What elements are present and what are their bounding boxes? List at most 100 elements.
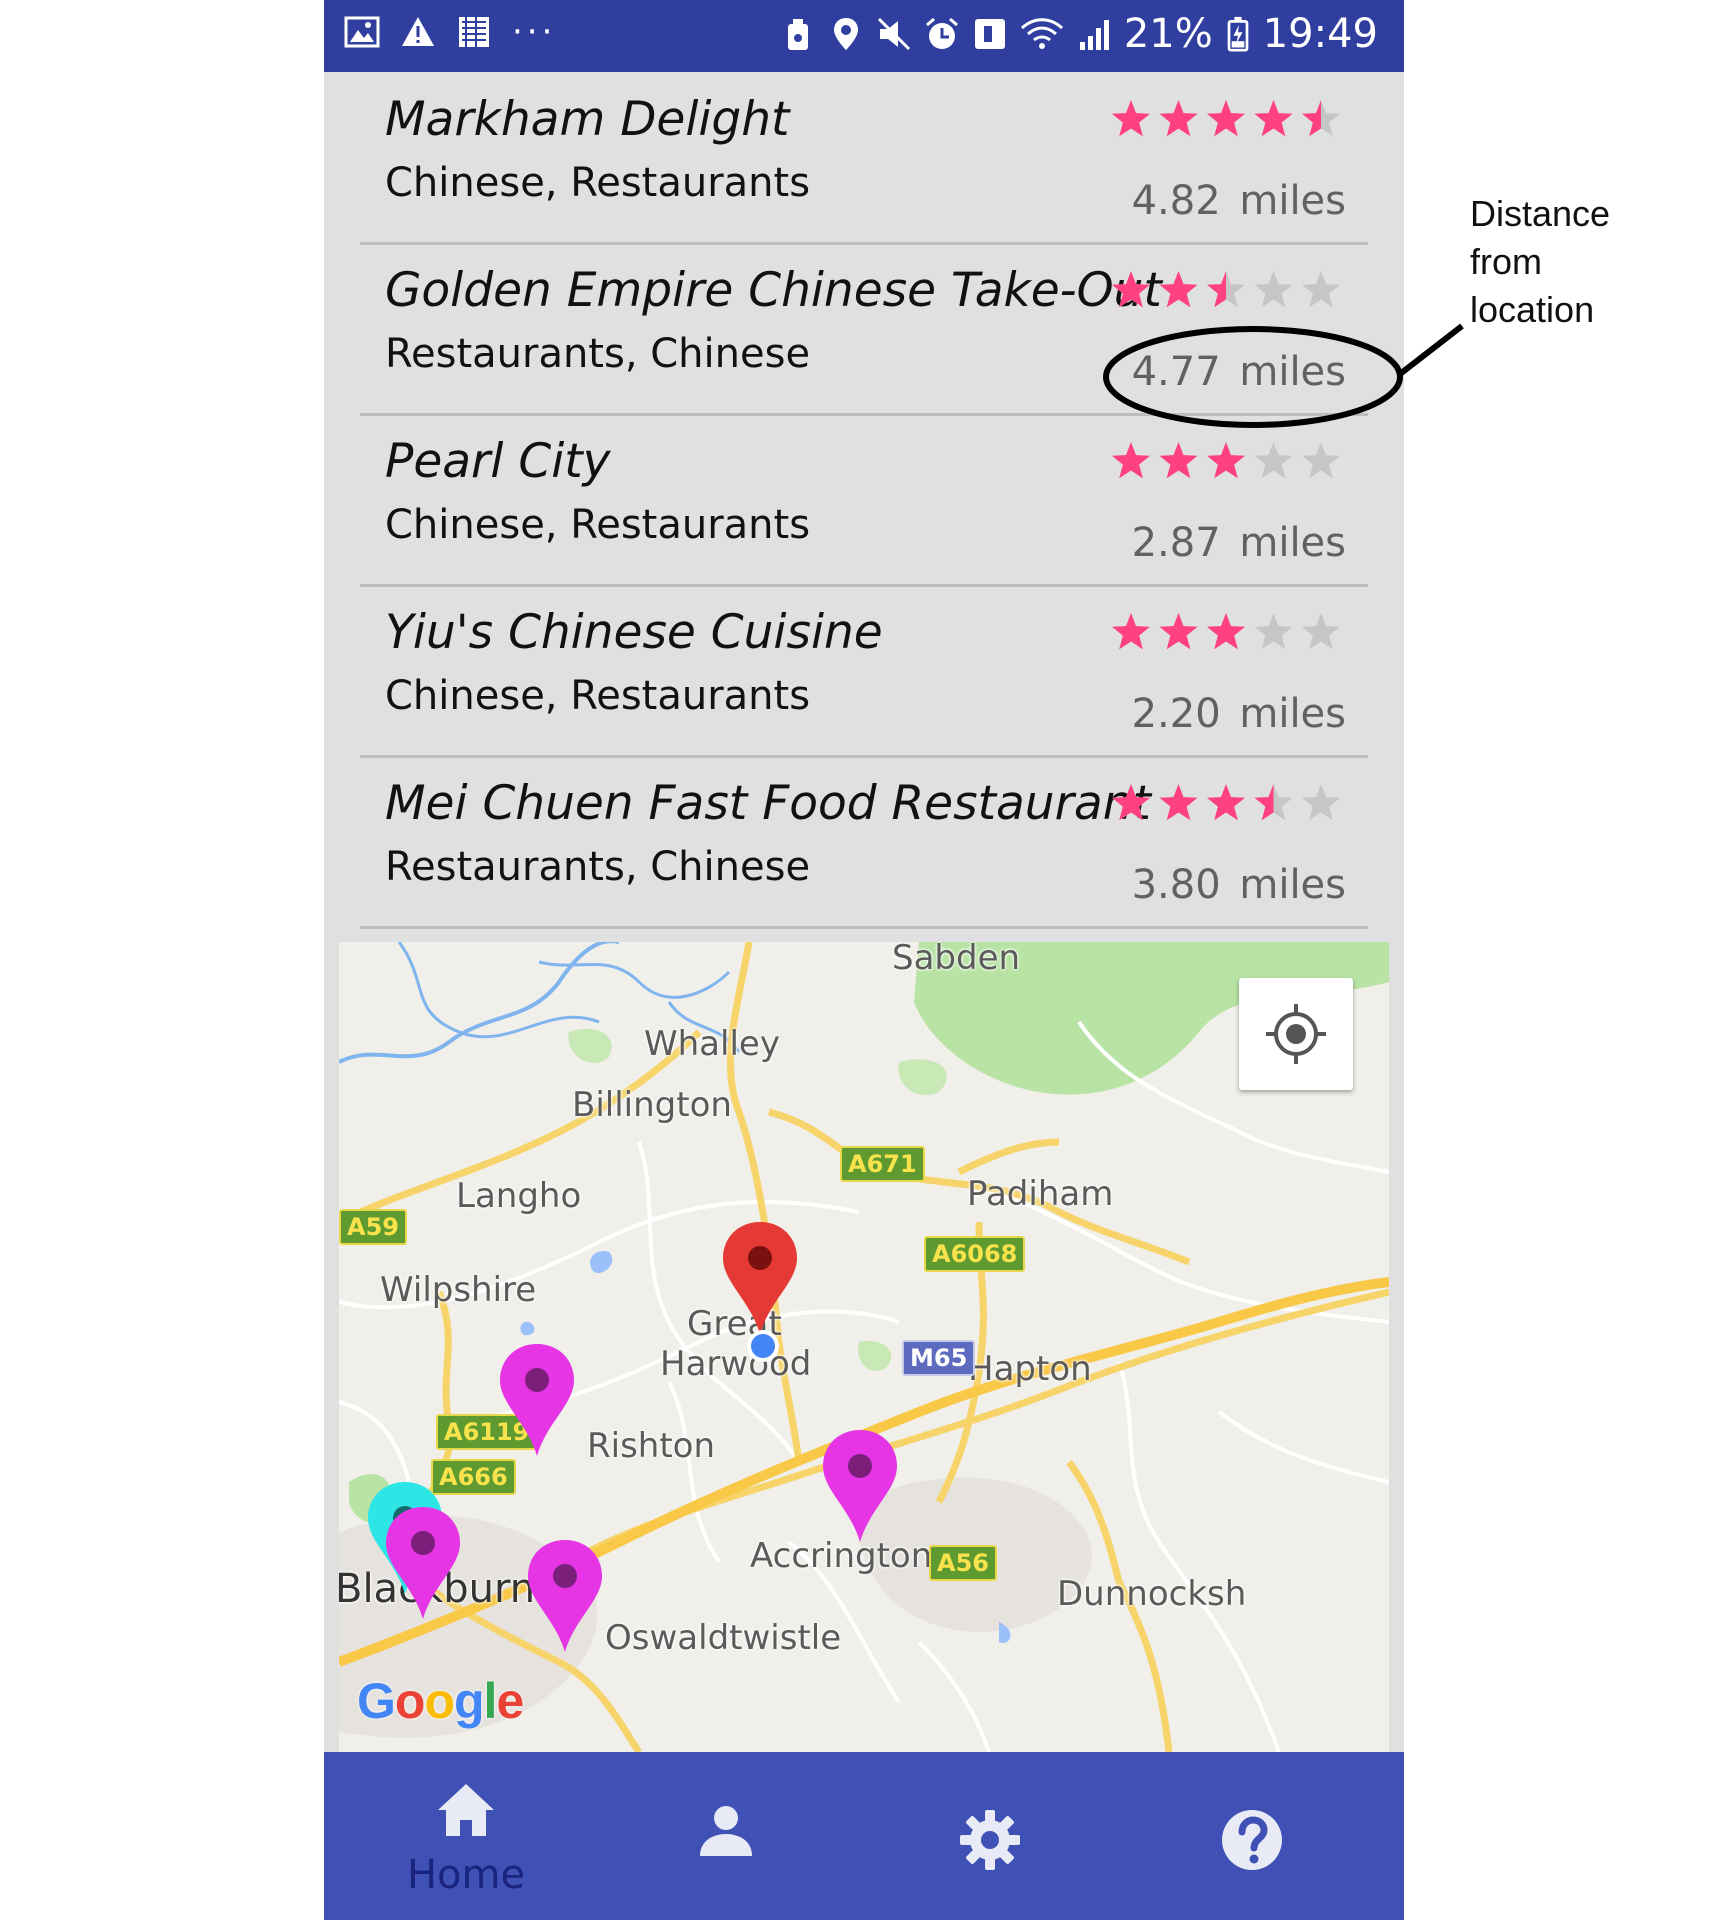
restaurant-row[interactable]: Yiu's Chinese Cuisine Chinese, Restauran… [360,585,1368,758]
rating-stars [1112,613,1340,650]
google-logo-letter: o [394,1673,426,1729]
distance-unit: miles [1239,178,1346,224]
bottom-navigation: Home [324,1752,1404,1920]
map-place-label: Sabden [892,942,1021,978]
map-place-label: Harwood [660,1344,812,1384]
google-logo: Google [357,1672,524,1730]
nav-help[interactable] [1150,1752,1350,1920]
restaurant-name: Golden Empire Chinese Take-Out [385,263,1162,318]
status-bar-right: 21% 19:49 [780,10,1378,58]
star-filled-icon [1159,271,1198,308]
restaurant-pin[interactable] [820,1428,900,1544]
annotation-line: location [1470,289,1595,330]
restaurant-distance: 4.77 miles [1132,349,1346,395]
home-icon [438,1784,494,1836]
restaurant-distance: 4.82 miles [1132,178,1346,224]
current-location-pin[interactable] [720,1220,800,1336]
signal-icon [1079,20,1109,50]
restaurant-categories: Chinese, Restaurants [385,160,811,206]
google-logo-letter: l [483,1673,498,1729]
restaurant-row[interactable]: Pearl City Chinese, Restaurants 2.87 mil… [360,414,1368,587]
phone-screen: ··· 21% 19:49 Markham Delight Chinese, R… [324,0,1404,1920]
restaurant-row[interactable]: Golden Empire Chinese Take-Out Restauran… [360,243,1368,416]
star-filled-icon [1254,100,1293,137]
distance-unit: miles [1239,349,1346,395]
news-icon [459,17,489,47]
battery-icon [1227,16,1249,52]
distance-value: 3.80 [1131,862,1221,908]
restaurant-pin[interactable] [383,1505,463,1621]
nav-profile[interactable] [626,1752,826,1920]
restaurant-distance: 2.20 miles [1132,691,1346,737]
star-empty-icon [1254,442,1293,479]
status-bar: ··· 21% 19:49 [324,0,1404,72]
map-place-label: Dunnocksh [1057,1574,1247,1614]
map-place-label: Oswaldtwistle [605,1618,842,1658]
wifi-icon [1020,18,1063,49]
road-badge: A56 [929,1545,997,1581]
person-icon [700,1806,752,1856]
distance-value: 4.82 [1131,178,1221,224]
restaurant-name: Yiu's Chinese Cuisine [385,605,883,660]
distance-value: 2.20 [1131,691,1221,737]
restaurant-distance: 3.80 miles [1132,862,1346,908]
status-time: 19:49 [1262,11,1378,57]
distance-unit: miles [1239,520,1346,566]
battery-percent: 21% [1123,11,1213,57]
map-place-label: Billington [572,1085,732,1125]
star-empty-icon [1302,613,1340,650]
star-filled-icon [1112,613,1150,650]
cleaner-icon [787,19,808,50]
star-empty-icon [1302,784,1340,821]
star-filled-icon [1112,442,1150,479]
location-icon [833,18,858,50]
map-place-label: Hapton [968,1349,1092,1389]
restaurant-pin[interactable] [525,1538,605,1654]
image-icon [344,16,380,48]
nav-settings[interactable] [888,1752,1088,1920]
restaurant-row[interactable]: Mei Chuen Fast Food Restaurant Restauran… [360,756,1368,929]
rating-stars [1112,784,1340,821]
warning-icon [402,17,434,46]
restaurant-row[interactable]: Markham Delight Chinese, Restaurants 4.8… [360,72,1368,245]
star-filled-icon [1207,784,1245,821]
road-badge: A6068 [924,1236,1026,1272]
my-location-icon [1266,1004,1326,1064]
road-badge: A59 [339,1209,407,1245]
star-filled-icon [1159,784,1198,821]
distance-unit: miles [1239,691,1346,737]
star-filled-icon [1112,784,1150,821]
more-dots-icon: ··· [512,12,557,52]
distance-unit: miles [1239,862,1346,908]
gear-icon [960,1810,1020,1870]
google-logo-letter: g [454,1673,485,1729]
star-filled-icon [1207,100,1245,137]
restaurant-pin[interactable] [497,1342,577,1458]
google-logo-letter: e [496,1673,524,1729]
road-badge: M65 [902,1340,976,1376]
map-place-label: Wilpshire [380,1270,537,1310]
star-empty-icon [1254,271,1293,308]
nav-home[interactable]: Home [366,1752,566,1920]
nav-home-label: Home [406,1852,526,1898]
map-view[interactable]: Sabden Whalley Billington Langho Padiham… [339,942,1389,1752]
annotation-line: Distance [1470,193,1611,234]
nfc-icon [974,19,1005,49]
restaurant-categories: Restaurants, Chinese [385,331,811,377]
distance-value: 2.87 [1131,520,1221,566]
restaurant-distance: 2.87 miles [1132,520,1346,566]
status-bar-left: ··· [344,14,556,50]
star-filled-icon [1159,613,1198,650]
star-filled-icon [1112,271,1150,308]
restaurant-categories: Chinese, Restaurants [385,502,811,548]
rating-stars [1112,271,1340,308]
distance-value: 4.77 [1131,349,1221,395]
alarm-icon [925,17,958,49]
help-icon [1222,1810,1282,1870]
restaurant-categories: Restaurants, Chinese [385,844,811,890]
map-place-label: Padiham [967,1174,1114,1214]
my-location-button[interactable] [1239,978,1353,1090]
star-filled-icon [1159,100,1198,137]
annotation-line: from [1470,241,1542,282]
mute-icon [877,17,910,51]
